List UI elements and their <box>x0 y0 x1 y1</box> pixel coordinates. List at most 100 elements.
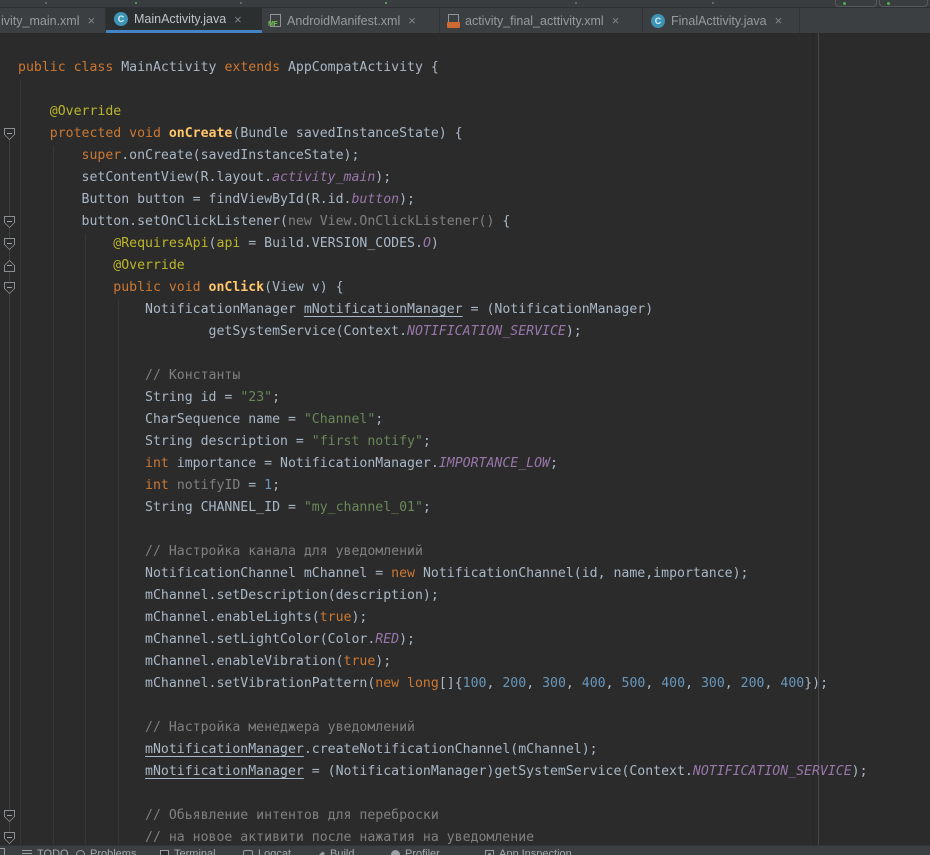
code-token: 1 <box>264 478 272 493</box>
tool-window-button-todo[interactable]: TODO <box>22 848 69 855</box>
tab-activity-main-xml[interactable]: ivity_main.xml × <box>0 8 106 33</box>
code-token: 400 <box>780 676 804 691</box>
close-icon[interactable]: × <box>232 13 242 26</box>
code-token: mNotificationManager <box>145 742 304 757</box>
code-token: (Bundle savedInstanceState) { <box>232 126 462 141</box>
app-inspection-icon <box>485 850 494 855</box>
code-token: Button button = findViewById(R.id. <box>82 192 352 207</box>
code-token: NOTIFICATION_SERVICE <box>693 764 852 779</box>
code-token: , <box>526 676 542 691</box>
toolbar-icon-fragment <box>712 2 714 4</box>
code-line: // Настройка канала для уведомлений <box>18 541 868 563</box>
code-line: mNotificationManager = (NotificationMana… <box>18 761 868 783</box>
main-toolbar-sliver <box>0 0 930 8</box>
tab-label: MainActivity.java <box>134 12 226 26</box>
code-token: NotificationChannel(id, name,importance)… <box>415 566 748 581</box>
code-token: api <box>217 236 241 251</box>
device-selector-widget[interactable] <box>879 0 928 7</box>
code-token: MainActivity <box>121 60 224 75</box>
tool-window-button-profiler[interactable]: Profiler <box>391 848 440 855</box>
code-line: String CHANNEL_ID = "my_channel_01"; <box>18 497 868 519</box>
code-token: getSystemService(Context. <box>209 324 408 339</box>
close-icon[interactable]: × <box>773 14 783 27</box>
fold-marker-icon[interactable] <box>4 810 15 822</box>
code-line <box>18 519 868 541</box>
tab-androidmanifest-xml[interactable]: MF AndroidManifest.xml × <box>262 8 440 33</box>
tab-finalacttivity-java[interactable]: C FinalActtivity.java × <box>643 8 800 33</box>
code-line: getSystemService(Context.NOTIFICATION_SE… <box>18 321 868 343</box>
tool-window-button-label: App Inspection <box>499 848 572 855</box>
code-token: public class <box>18 60 121 75</box>
code-editor[interactable]: public class MainActivity extends AppCom… <box>0 33 930 855</box>
code-token: mChannel.setDescription(description); <box>145 588 439 603</box>
code-line: button.setOnClickListener(new View.OnCli… <box>18 211 868 233</box>
code-token: 200 <box>741 676 765 691</box>
tool-window-button-logcat[interactable]: Logcat <box>243 848 291 855</box>
code-token: mChannel.enableVibration( <box>145 654 344 669</box>
code-token: 300 <box>701 676 725 691</box>
code-token: extends <box>224 60 280 75</box>
todo-icon <box>22 850 32 855</box>
code-line: mChannel.enableLights(true); <box>18 607 868 629</box>
code-line: // Константы <box>18 365 868 387</box>
code-token: setContentView(R.layout. <box>82 170 273 185</box>
tool-window-button-label: Terminal <box>174 848 216 855</box>
code-token: ; <box>272 390 280 405</box>
code-line: mChannel.setVibrationPattern(new long[]{… <box>18 673 868 695</box>
code-line: // Настройка менеджера уведомлений <box>18 717 868 739</box>
code-line: mChannel.enableVibration(true); <box>18 651 868 673</box>
code-token: int <box>145 456 169 471</box>
code-token: 200 <box>502 676 526 691</box>
toolbar-icon-fragment <box>240 2 242 4</box>
code-token: activity_main <box>272 170 375 185</box>
tool-window-bar: TODO Problems Terminal Logcat Build Profiler A… <box>0 845 930 855</box>
tool-window-button-app-inspection[interactable]: App Inspection <box>485 848 572 855</box>
close-icon[interactable]: × <box>86 14 96 27</box>
tab-activity-final-acttivity-xml[interactable]: activity_final_acttivity.xml × <box>440 8 643 33</box>
code-token: ); <box>852 764 868 779</box>
code-token: NotificationManager <box>145 302 304 317</box>
code-line: NotificationChannel mChannel = new Notif… <box>18 563 868 585</box>
code-token: "my_channel_01" <box>304 500 423 515</box>
code-token: , <box>765 676 781 691</box>
code-token: ); <box>566 324 582 339</box>
code-token: }); <box>804 676 828 691</box>
fold-marker-icon[interactable] <box>4 238 15 250</box>
code-token: ); <box>399 632 415 647</box>
code-token: importance = NotificationManager. <box>169 456 439 471</box>
tool-window-button-build[interactable]: Build <box>316 848 354 855</box>
fold-marker-icon[interactable] <box>4 260 15 272</box>
close-icon[interactable]: × <box>406 14 416 27</box>
code-line: int notifyID = 1; <box>18 475 868 497</box>
device-status-dot-icon <box>887 2 890 5</box>
tool-window-button-terminal[interactable]: Terminal <box>160 848 216 855</box>
code-token: String id = <box>145 390 240 405</box>
code-line: @RequiresApi(api = Build.VERSION_CODES.O… <box>18 233 868 255</box>
fold-marker-icon[interactable] <box>4 832 15 844</box>
fold-marker-icon[interactable] <box>4 282 15 294</box>
tool-window-button-problems[interactable]: Problems <box>76 848 136 855</box>
code-token: , <box>725 676 741 691</box>
tab-mainactivity-java[interactable]: C MainActivity.java × <box>106 8 262 33</box>
tab-label: FinalActtivity.java <box>671 14 767 28</box>
code-token <box>169 478 177 493</box>
tool-window-button-label: Problems <box>90 848 136 855</box>
code-token: super <box>82 148 122 163</box>
code-token: new <box>391 566 415 581</box>
code-token: String CHANNEL_ID = <box>145 500 304 515</box>
code-token: "23" <box>240 390 272 405</box>
fold-marker-icon[interactable] <box>4 216 15 228</box>
code-line <box>18 343 868 365</box>
tab-label: AndroidManifest.xml <box>287 14 400 28</box>
profiler-icon <box>391 850 400 855</box>
tool-window-button-label: Build <box>330 848 354 855</box>
code-token: , <box>606 676 622 691</box>
run-configuration-widget[interactable] <box>835 0 877 7</box>
code-token: // Настройка менеджера уведомлений <box>145 720 415 735</box>
code-token: 400 <box>582 676 606 691</box>
fold-marker-icon[interactable] <box>4 128 15 140</box>
code-text[interactable]: public class MainActivity extends AppCom… <box>18 57 868 849</box>
code-token: = (NotificationManager)getSystemService(… <box>304 764 693 779</box>
close-icon[interactable]: × <box>610 14 620 27</box>
tool-window-stripe-icon[interactable] <box>0 848 5 855</box>
